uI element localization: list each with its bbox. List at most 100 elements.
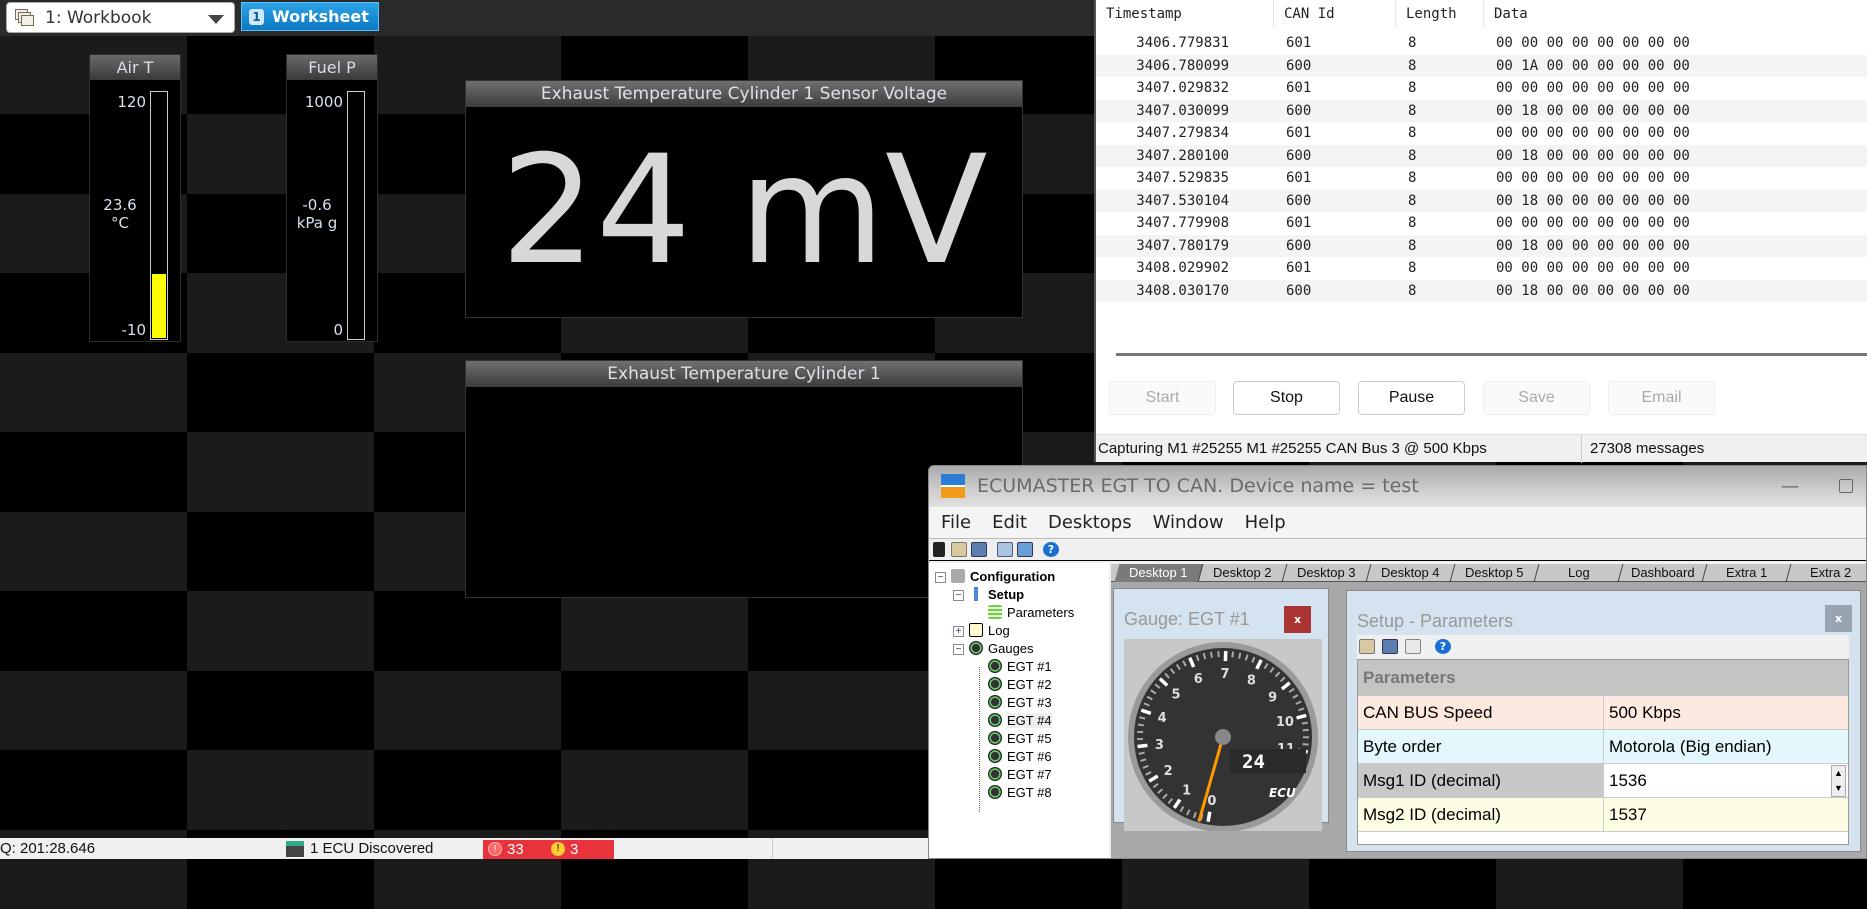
dial-tick: [1139, 753, 1145, 754]
can-message-row[interactable]: 3407.030099600800 18 00 00 00 00 00 00: [1096, 100, 1867, 123]
can-message-row[interactable]: 3407.279834601800 00 00 00 00 00 00 00: [1096, 122, 1867, 145]
cell-can-id: 600: [1286, 190, 1311, 213]
menu-window[interactable]: Window: [1153, 512, 1224, 533]
fuel-pressure-gauge[interactable]: Fuel P 1000 -0.6kPa g 0: [286, 54, 378, 342]
tab-desktop-1[interactable]: Desktop 1: [1115, 564, 1204, 582]
grid-cell: [187, 671, 374, 751]
tree-configuration[interactable]: Configuration: [951, 568, 1055, 586]
tab-log[interactable]: Log: [1535, 564, 1624, 582]
can-message-row[interactable]: 3407.029832601800 00 00 00 00 00 00 00: [1096, 77, 1867, 100]
stop-button[interactable]: Stop: [1233, 381, 1340, 415]
tree-egt-4[interactable]: EGT #4: [988, 712, 1052, 730]
panel-title: Exhaust Temperature Cylinder 1: [466, 361, 1022, 387]
help-icon[interactable]: ?: [1435, 639, 1451, 654]
email-button[interactable]: Email: [1608, 381, 1715, 415]
menu-desktops[interactable]: Desktops: [1048, 512, 1132, 533]
parameters-table: Parameters CAN BUS Speed500 KbpsByte ord…: [1357, 659, 1849, 845]
pause-button[interactable]: Pause: [1358, 381, 1465, 415]
can-monitor-window: Timestamp CAN Id Length Data 3406.779831…: [1094, 0, 1867, 462]
tree-setup[interactable]: Setup: [969, 586, 1024, 604]
cell-timestamp: 3407.030099: [1096, 100, 1229, 123]
ecu-discovered[interactable]: 1 ECU Discovered: [310, 838, 433, 859]
tree-egt-7[interactable]: EGT #7: [988, 766, 1052, 784]
save-button[interactable]: Save: [1483, 381, 1590, 415]
can-message-row[interactable]: 3408.029902601800 00 00 00 00 00 00 00: [1096, 257, 1867, 280]
menu-file[interactable]: File: [941, 512, 971, 533]
save-desktop-icon[interactable]: [1017, 542, 1033, 557]
tree-egt-2[interactable]: EGT #2: [988, 676, 1052, 694]
worksheet-tab[interactable]: 1 Worksheet: [241, 2, 379, 31]
can-message-row[interactable]: 3407.529835601800 00 00 00 00 00 00 00: [1096, 167, 1867, 190]
tab-desktop-2[interactable]: Desktop 2: [1199, 564, 1288, 582]
tree-parameters[interactable]: Parameters: [988, 604, 1074, 622]
open-folder-icon[interactable]: [951, 542, 967, 557]
grid-cell: [187, 512, 374, 592]
error-count: 33: [507, 839, 524, 860]
can-message-row[interactable]: 3407.280100600800 18 00 00 00 00 00 00: [1096, 145, 1867, 168]
setup-parameters-window[interactable]: Setup - Parameters x ? Parameters CAN BU…: [1346, 590, 1861, 852]
can-message-row[interactable]: 3408.030170600800 18 00 00 00 00 00 00: [1096, 280, 1867, 303]
tab-extra-2[interactable]: Extra 2: [1787, 564, 1867, 582]
window-icon[interactable]: [1405, 639, 1421, 654]
parameter-value[interactable]: 500 Kbps: [1604, 696, 1848, 729]
can-message-row[interactable]: 3407.530104600800 18 00 00 00 00 00 00: [1096, 190, 1867, 213]
menu-edit[interactable]: Edit: [992, 512, 1027, 533]
collapse-configuration-icon[interactable]: −: [935, 572, 946, 583]
tree-gauges[interactable]: Gauges: [969, 640, 1034, 658]
parameter-row[interactable]: CAN BUS Speed500 Kbps: [1358, 696, 1848, 730]
tree-egt-6[interactable]: EGT #6: [988, 748, 1052, 766]
workbook-dropdown[interactable]: 1: Workbook: [6, 2, 235, 33]
dial-tick: [1138, 724, 1144, 725]
tab-desktop-4[interactable]: Desktop 4: [1367, 564, 1456, 582]
tab-dashboard[interactable]: Dashboard: [1619, 564, 1708, 582]
collapse-setup-icon[interactable]: −: [953, 590, 964, 601]
tree-egt-3[interactable]: EGT #3: [988, 694, 1052, 712]
parameter-row[interactable]: Msg2 ID (decimal)1537: [1358, 798, 1848, 832]
close-button[interactable]: x: [1284, 606, 1311, 633]
can-message-row[interactable]: 3407.779908601800 00 00 00 00 00 00 00: [1096, 212, 1867, 235]
project-tree[interactable]: −Configuration−SetupParameters+Log−Gauge…: [929, 563, 1109, 859]
worksheet-label: Worksheet: [272, 7, 369, 26]
open-desktop-icon[interactable]: [997, 542, 1013, 557]
save-icon[interactable]: [1382, 639, 1398, 654]
horizontal-scrollbar[interactable]: [1116, 353, 1867, 356]
parameter-value[interactable]: Motorola (Big endian): [1604, 730, 1848, 763]
expand-log-icon[interactable]: +: [953, 626, 964, 637]
column-header-data[interactable]: Data: [1484, 0, 1867, 28]
tab-desktop-3[interactable]: Desktop 3: [1283, 564, 1372, 582]
parameter-value[interactable]: 1536▲▼: [1604, 764, 1848, 797]
parameter-value[interactable]: 1537: [1604, 798, 1848, 831]
egt-voltage-panel[interactable]: Exhaust Temperature Cylinder 1 Sensor Vo…: [465, 80, 1023, 318]
column-header-can-id[interactable]: CAN Id: [1274, 0, 1396, 28]
minimize-button[interactable]: —: [1781, 466, 1799, 507]
save-icon[interactable]: [971, 542, 987, 557]
gauge-egt1-window[interactable]: Gauge: EGT #1 x 0123456789101124ECU: [1113, 588, 1329, 823]
tab-desktop-5[interactable]: Desktop 5: [1451, 564, 1540, 582]
value-stepper[interactable]: ▲▼: [1831, 765, 1846, 797]
open-folder-icon[interactable]: [1359, 639, 1375, 654]
tree-egt-8[interactable]: EGT #8: [988, 784, 1052, 802]
can-message-row[interactable]: 3406.779831601800 00 00 00 00 00 00 00: [1096, 32, 1867, 55]
cell-timestamp: 3407.530104: [1096, 190, 1229, 213]
maximize-button[interactable]: [1839, 479, 1853, 493]
menu-help[interactable]: Help: [1245, 512, 1286, 533]
tree-log[interactable]: Log: [969, 622, 1010, 640]
help-icon[interactable]: ?: [1043, 542, 1059, 557]
tab-extra-1[interactable]: Extra 1: [1703, 564, 1792, 582]
close-button[interactable]: x: [1825, 605, 1852, 632]
can-message-row[interactable]: 3406.780099600800 1A 00 00 00 00 00 00: [1096, 55, 1867, 78]
column-header-timestamp[interactable]: Timestamp: [1096, 0, 1274, 28]
tree-egt-1[interactable]: EGT #1: [988, 658, 1052, 676]
start-button[interactable]: Start: [1109, 381, 1216, 415]
tree-label: Setup: [988, 587, 1024, 602]
gauge-title: Air T: [90, 55, 180, 80]
alerts-badge[interactable]: ! 33 ! 3: [483, 840, 614, 859]
collapse-gauges-icon[interactable]: −: [953, 644, 964, 655]
tree-egt-5[interactable]: EGT #5: [988, 730, 1052, 748]
can-message-row[interactable]: 3407.780179600800 18 00 00 00 00 00 00: [1096, 235, 1867, 258]
parameter-row[interactable]: Byte orderMotorola (Big endian): [1358, 730, 1848, 764]
column-header-length[interactable]: Length: [1396, 0, 1484, 28]
parameter-row[interactable]: Msg1 ID (decimal)1536▲▼: [1358, 764, 1848, 798]
connect-icon[interactable]: [933, 542, 945, 557]
air-temp-gauge[interactable]: Air T 120 23.6°C -10: [89, 54, 181, 342]
